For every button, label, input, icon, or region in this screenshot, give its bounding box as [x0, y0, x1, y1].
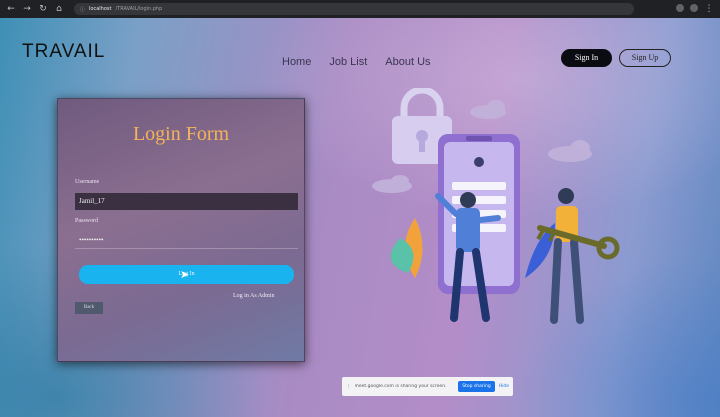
nav-link-job-list[interactable]: Job List — [329, 56, 367, 68]
profile-avatar-icon[interactable] — [690, 4, 698, 12]
home-icon[interactable]: ⌂ — [54, 4, 64, 14]
extension-icon[interactable] — [676, 4, 684, 12]
menu-icon[interactable]: ⋮ — [704, 4, 714, 14]
username-label: Username — [75, 179, 100, 185]
drag-handle-icon[interactable]: ⋮ — [346, 384, 351, 389]
password-input[interactable]: •••••••••• — [75, 232, 298, 249]
login-title: Login Form — [132, 123, 230, 145]
site-logo[interactable]: TRAVAIL — [22, 41, 105, 63]
back-arrow-icon[interactable]: ← — [6, 4, 16, 14]
sign-up-button[interactable]: Sign Up — [619, 49, 671, 67]
login-illustration — [372, 88, 620, 324]
url-path: /TRAVAIL/login.php — [115, 6, 163, 12]
share-message: meet.google.com is sharing your screen. — [354, 384, 447, 389]
reload-icon[interactable]: ↻ — [38, 4, 48, 14]
admin-login-link[interactable]: Log in As Admin — [233, 293, 275, 299]
mouse-pointer-icon: ➤ — [180, 268, 190, 281]
woman-figure — [550, 188, 584, 324]
username-input[interactable]: Jamil_17 — [75, 193, 298, 210]
screen-share-bar: ⋮ meet.google.com is sharing your screen… — [342, 377, 513, 396]
hide-button[interactable]: Hide — [499, 384, 509, 389]
nav-link-home[interactable]: Home — [282, 56, 311, 68]
main-nav: Home Job List About Us — [282, 56, 431, 68]
address-bar[interactable]: ⓘ localhost /TRAVAIL/login.php — [74, 3, 634, 15]
login-card: Login Form Username Jamil_17 Password ••… — [57, 98, 305, 362]
url-host: localhost — [89, 6, 112, 12]
stop-sharing-button[interactable]: Stop sharing — [458, 381, 495, 392]
browser-toolbar: ← → ↻ ⌂ ⓘ localhost /TRAVAIL/login.php ⋮ — [0, 0, 720, 18]
forward-arrow-icon[interactable]: → — [22, 4, 32, 14]
password-label: Password — [75, 218, 99, 224]
sign-in-button[interactable]: Sign In — [561, 49, 612, 67]
site-info-icon[interactable]: ⓘ — [80, 6, 85, 13]
nav-link-about-us[interactable]: About Us — [385, 56, 430, 68]
back-button[interactable]: Back — [75, 302, 103, 314]
